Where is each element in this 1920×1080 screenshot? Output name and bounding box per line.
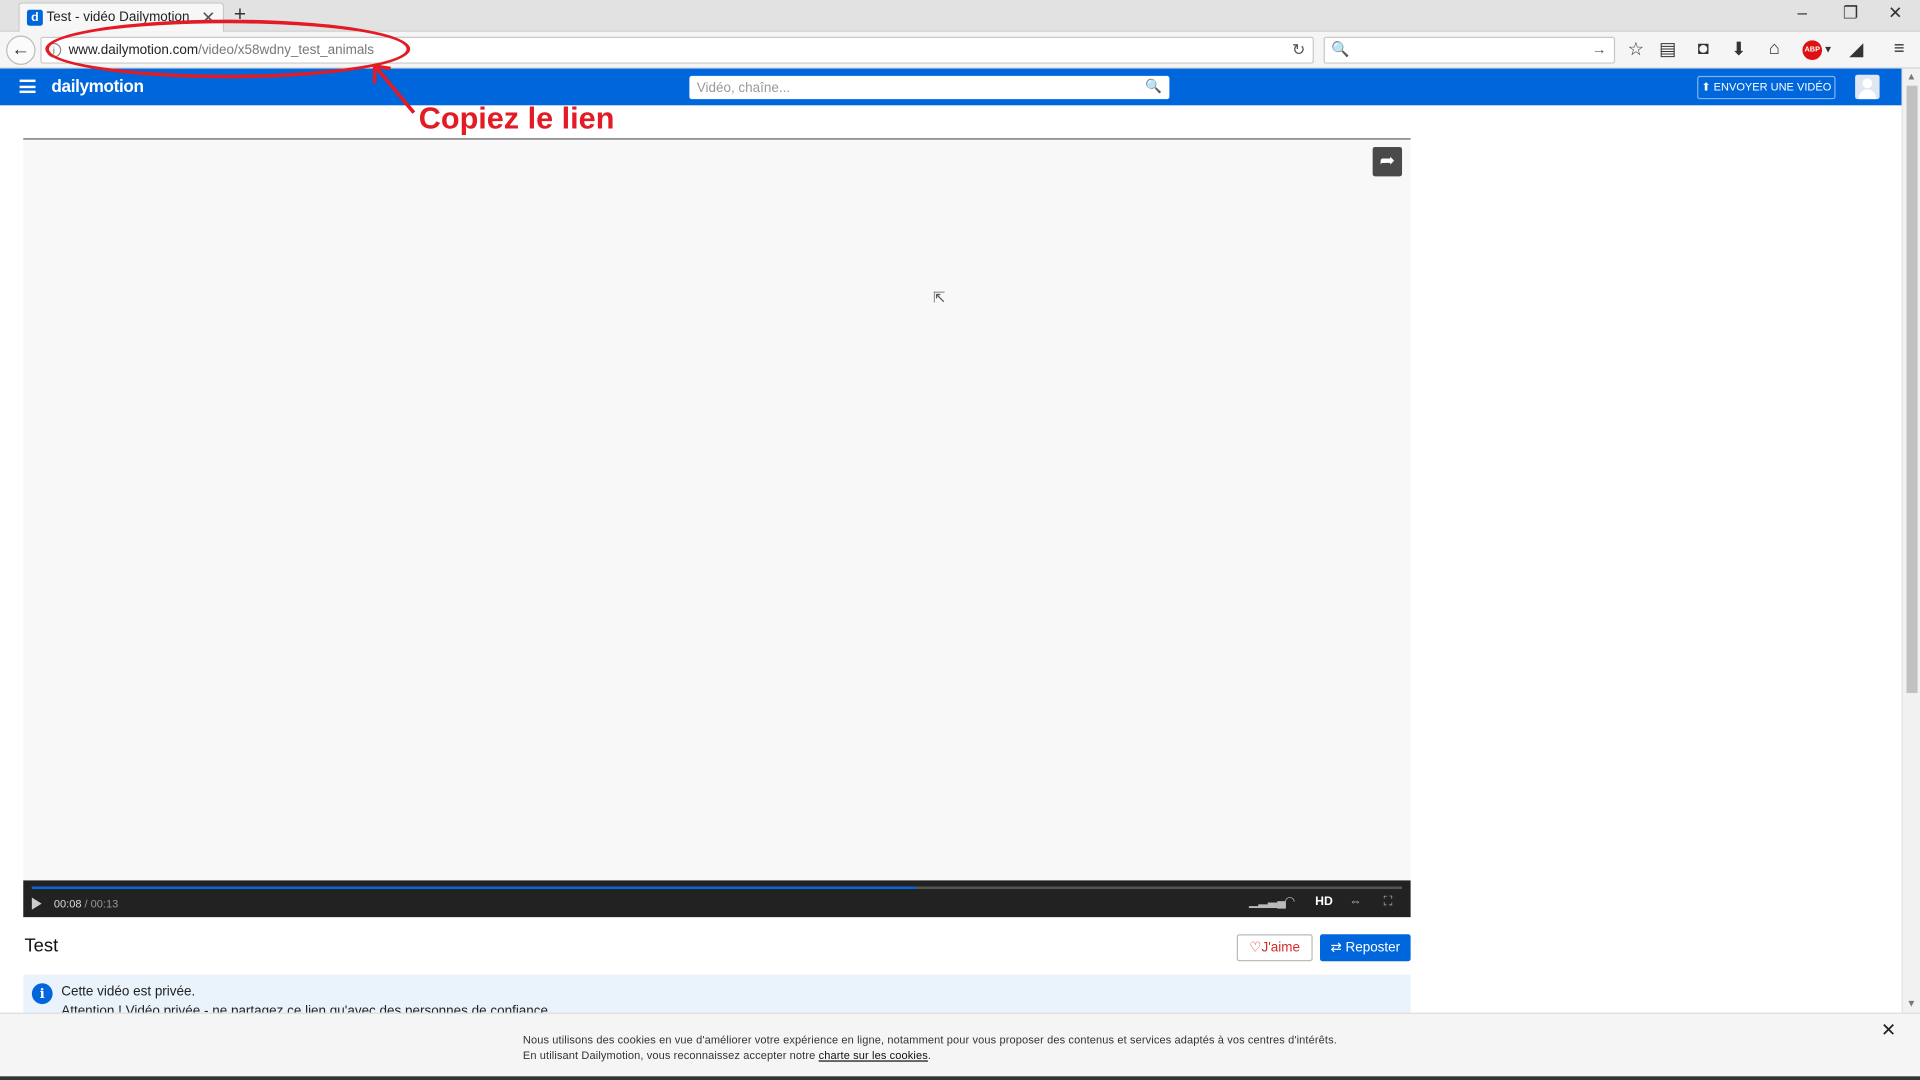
close-icon[interactable]: ✕ [1881,1019,1896,1041]
video-title: Test [24,935,59,957]
window-bottom-edge [0,1076,1920,1080]
mouse-cursor-icon: ⇱ [933,288,946,307]
pocket-icon[interactable]: ◘ [1691,38,1715,59]
cookie-banner: Nous utilisons des cookies en vue d'amél… [0,1012,1920,1080]
reading-list-icon[interactable]: ▤ [1656,38,1680,60]
avatar[interactable] [1855,74,1880,100]
play-icon[interactable] [31,897,42,910]
scrollbar-thumb[interactable] [1906,85,1918,694]
video-player[interactable]: ➦ ⇱ 00:08 / 00:13 ▁▂▃▄ ◠ HD ⇔ ⛶ [23,139,1411,918]
duration: 00:13 [90,897,119,910]
site-search-input[interactable] [689,75,1131,100]
expand-width-icon[interactable]: ⇔ [1349,895,1361,908]
annotation-label: Copiez le lien [418,101,615,136]
menu-hamburger-icon[interactable]: ≡ [1887,38,1911,59]
close-window-button[interactable]: ✕ [1888,2,1902,23]
browser-window: d Test - vidéo Dailymotion ✕ + – ❐ ✕ ← i… [0,0,1920,1080]
like-button[interactable]: ♡J'aime [1236,934,1313,962]
restore-window-button[interactable]: ❐ [1843,2,1858,23]
current-time: 00:08 [53,897,82,910]
search-icon[interactable]: 🔍 [1145,78,1162,95]
search-engine-icon[interactable]: 🔍 [1331,40,1349,57]
scroll-up-icon[interactable]: ▲ [1907,71,1917,82]
back-button[interactable]: ← [6,35,36,65]
repost-icon: ⇄ [1330,940,1346,956]
dailymotion-logo[interactable]: dailymotion [51,76,144,96]
volume-icon[interactable]: ▁▂▃▄ [1249,895,1286,908]
page-scrollbar[interactable]: ▲ ▼ [1901,68,1920,1013]
time-display: 00:08 / 00:13 [54,898,118,910]
quality-button[interactable]: HD [1315,895,1333,908]
annotation-ellipse [45,19,411,79]
like-label: J'aime [1261,940,1300,956]
search-go-icon[interactable]: → [1592,40,1607,57]
time-separator: / [81,897,91,910]
player-controls: 00:08 / 00:13 ▁▂▃▄ ◠ HD ⇔ ⛶ [23,880,1411,918]
progress-bar[interactable] [31,886,1403,889]
heart-icon: ♡ [1249,940,1262,956]
reload-icon[interactable]: ↻ [1292,40,1305,60]
extension-icon[interactable]: ◢ [1844,38,1868,60]
upload-video-button[interactable]: ⬆ ENVOYER UNE VIDÉO [1697,75,1836,100]
info-icon: i [31,983,53,1005]
cookie-text-line2: En utilisant Dailymotion, vous reconnais… [523,1049,931,1061]
scroll-down-icon[interactable]: ▼ [1907,998,1917,1009]
share-icon[interactable]: ➦ [1372,146,1403,177]
bookmark-star-icon[interactable]: ☆ [1624,38,1648,60]
cookie-text-suffix: . [927,1049,932,1062]
dailymotion-favicon-icon: d [26,9,43,26]
progress-fill [31,886,916,889]
site-menu-icon[interactable] [19,79,36,94]
browser-search-bar[interactable]: 🔍 → [1323,36,1616,64]
chromecast-icon[interactable]: ◠ [1284,895,1295,908]
site-search: 🔍 [689,75,1170,100]
cookie-text-line1: Nous utilisons des cookies en vue d'amél… [522,1033,1337,1046]
minimize-window-button[interactable]: – [1798,2,1808,22]
fullscreen-icon[interactable]: ⛶ [1384,895,1393,908]
repost-label: Reposter [1345,940,1401,956]
private-notice-line1: Cette vidéo est privée. [61,984,196,1000]
cookie-text-prefix: En utilisant Dailymotion, vous reconnais… [522,1049,819,1062]
adblock-dropdown-icon[interactable]: ▼ [1816,44,1840,55]
repost-button[interactable]: ⇄ Reposter [1320,934,1411,962]
home-icon[interactable]: ⌂ [1762,38,1786,59]
cookie-policy-link[interactable]: charte sur les cookies [819,1049,928,1061]
download-icon[interactable]: ⬇ [1727,38,1751,60]
